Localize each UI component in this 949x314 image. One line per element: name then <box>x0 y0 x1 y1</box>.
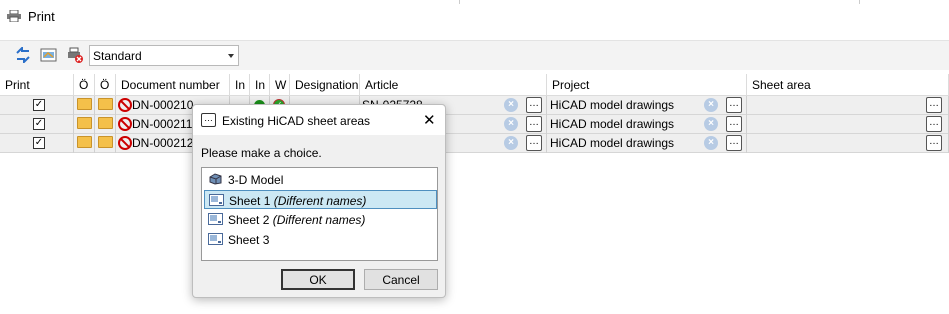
browse-ellipsis-icon[interactable]: … <box>726 116 742 132</box>
preview-icon[interactable] <box>40 47 58 63</box>
browse-ellipsis-icon[interactable]: … <box>926 97 942 113</box>
print-checkbox[interactable]: ✓ <box>33 137 45 149</box>
item-note: (Different names) <box>273 194 367 208</box>
3d-model-icon <box>209 173 222 185</box>
list-item-sheet-1[interactable]: Sheet 1 (Different names) <box>204 190 437 209</box>
table-row[interactable]: ✓ DN-000211 × … HiCAD model drawings × …… <box>0 115 949 134</box>
column-header-o2[interactable]: Ö <box>95 74 116 96</box>
refresh-icon[interactable] <box>14 47 32 63</box>
sheet-area-list[interactable]: 3-D Model Sheet 1 (Different names) Shee… <box>201 167 438 261</box>
chevron-down-icon <box>228 54 234 58</box>
clear-icon[interactable]: × <box>704 117 718 131</box>
folder-icon[interactable] <box>98 98 113 110</box>
no-document-icon <box>118 136 132 150</box>
clear-icon[interactable]: × <box>504 136 518 150</box>
folder-icon[interactable] <box>77 98 92 110</box>
cancel-button[interactable]: Cancel <box>364 269 438 290</box>
sheet-icon <box>209 194 224 206</box>
document-number: DN-000212 <box>132 136 194 150</box>
clear-icon[interactable]: × <box>504 98 518 112</box>
print-checkbox[interactable]: ✓ <box>33 99 45 111</box>
dialog-prompt: Please make a choice. <box>201 146 322 160</box>
clear-icon[interactable]: × <box>504 117 518 131</box>
dialog-title-bar: … Existing HiCAD sheet areas ✕ <box>193 105 445 135</box>
browse-ellipsis-icon[interactable]: … <box>526 135 542 151</box>
divider <box>459 0 460 4</box>
column-header-o1[interactable]: Ö <box>74 74 95 96</box>
toolbar: Standard <box>0 40 949 70</box>
folder-icon[interactable] <box>77 117 92 129</box>
column-header-project[interactable]: Project <box>547 74 747 96</box>
folder-icon[interactable] <box>98 136 113 148</box>
list-item-3d-model[interactable]: 3-D Model <box>204 170 437 189</box>
dialog-title: Existing HiCAD sheet areas <box>222 114 371 128</box>
list-item-sheet-3[interactable]: Sheet 3 <box>204 230 437 249</box>
folder-icon[interactable] <box>98 117 113 129</box>
column-header-in2[interactable]: In <box>250 74 270 96</box>
table-row[interactable]: ✓ DN-000210 ✓ SN-025728 × … HiCAD model … <box>0 96 949 115</box>
browse-ellipsis-icon[interactable]: … <box>926 135 942 151</box>
document-number: DN-000210 <box>132 98 194 112</box>
item-label: Sheet 2 <box>228 213 270 227</box>
column-header-sheet-area[interactable]: Sheet area <box>747 74 949 96</box>
sheet-areas-dialog: … Existing HiCAD sheet areas ✕ Please ma… <box>192 104 446 298</box>
clear-icon[interactable]: × <box>704 136 718 150</box>
browse-ellipsis-icon[interactable]: … <box>926 116 942 132</box>
dialog-ellipsis-icon: … <box>201 113 216 127</box>
no-document-icon <box>118 117 132 131</box>
document-number: DN-000211 <box>132 117 193 131</box>
no-document-icon <box>118 98 132 112</box>
list-item-sheet-2[interactable]: Sheet 2 (Different names) <box>204 210 437 229</box>
profile-select[interactable]: Standard <box>89 45 239 66</box>
project-value: HiCAD model drawings <box>550 136 675 150</box>
table-row[interactable]: ✓ DN-000212 × … HiCAD model drawings × …… <box>0 134 949 153</box>
item-note: (Different names) <box>272 213 366 227</box>
item-label: Sheet 1 <box>229 194 271 208</box>
column-header-in1[interactable]: In <box>230 74 250 96</box>
column-header-w[interactable]: W <box>270 74 290 96</box>
title-bar: Print <box>0 0 949 36</box>
project-value: HiCAD model drawings <box>550 98 675 112</box>
column-header-designation[interactable]: Designation <box>290 74 360 96</box>
item-label: Sheet 3 <box>228 233 270 247</box>
ok-button[interactable]: OK <box>281 269 355 290</box>
browse-ellipsis-icon[interactable]: … <box>726 97 742 113</box>
delete-print-icon[interactable] <box>66 47 84 63</box>
profile-select-value: Standard <box>93 49 142 63</box>
folder-icon[interactable] <box>77 136 92 148</box>
close-icon[interactable]: ✕ <box>423 111 436 129</box>
window-title: Print <box>28 9 55 24</box>
column-header-document-number[interactable]: Document number <box>116 74 230 96</box>
browse-ellipsis-icon[interactable]: … <box>726 135 742 151</box>
print-checkbox[interactable]: ✓ <box>33 118 45 130</box>
printer-icon <box>7 10 21 22</box>
column-header-article[interactable]: Article <box>360 74 547 96</box>
clear-icon[interactable]: × <box>704 98 718 112</box>
project-value: HiCAD model drawings <box>550 117 675 131</box>
browse-ellipsis-icon[interactable]: … <box>526 116 542 132</box>
item-label: 3-D Model <box>228 173 284 187</box>
column-header-print[interactable]: Print <box>0 74 74 96</box>
browse-ellipsis-icon[interactable]: … <box>526 97 542 113</box>
sheet-icon <box>208 213 223 225</box>
sheet-icon <box>208 233 223 245</box>
divider <box>859 0 860 4</box>
